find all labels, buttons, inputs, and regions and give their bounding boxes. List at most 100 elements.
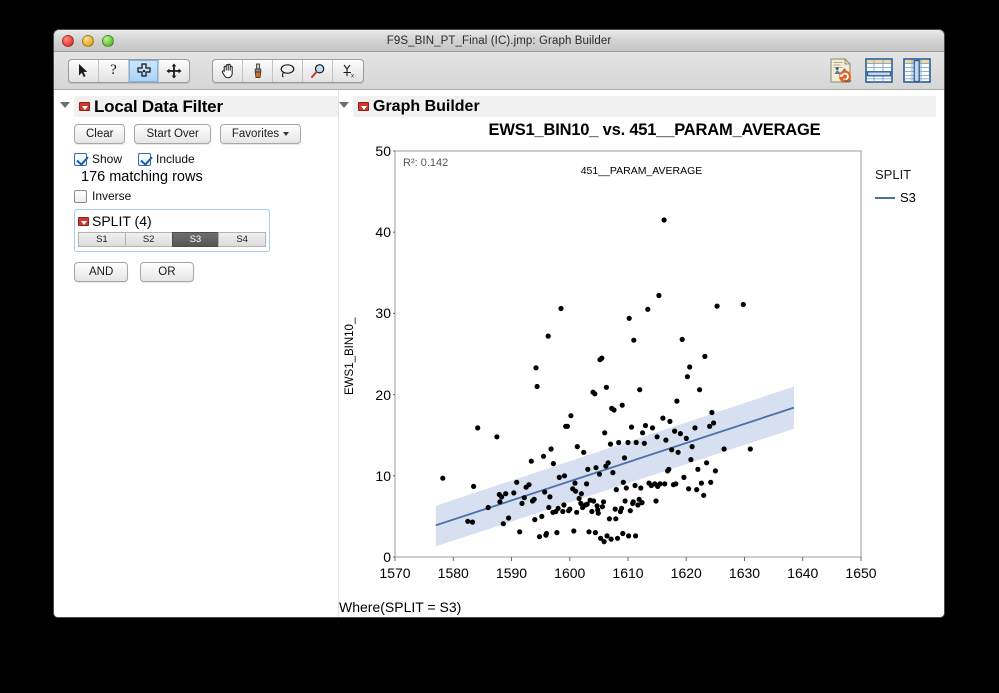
lasso-tool[interactable] — [273, 59, 303, 82]
x-tick-label: 1600 — [554, 565, 586, 581]
zoom-button[interactable] — [102, 35, 114, 47]
window-title-bar: F9S_BIN_PT_Final (IC).jmp: Graph Builder — [54, 30, 944, 52]
row-selection-button[interactable] — [864, 57, 894, 85]
filter-button-row: Clear Start Over Favorites — [74, 124, 338, 144]
clear-button-label: Clear — [86, 128, 114, 140]
svg-text:x: x — [351, 73, 354, 79]
svg-text:JMP: JMP — [842, 79, 851, 84]
arrow-icon — [79, 64, 88, 77]
local-data-filter-title-bar: Local Data Filter — [74, 96, 338, 117]
help-tool[interactable]: ? — [99, 59, 129, 82]
legend-title: SPLIT — [875, 167, 912, 182]
x-tick-label: 1590 — [495, 565, 528, 581]
chart-legend: SPLIT S3 — [875, 167, 916, 205]
or-button-label: OR — [158, 266, 176, 278]
grabber-tool[interactable] — [213, 59, 243, 82]
crosshairs-x-icon: x — [343, 64, 354, 79]
show-checkbox[interactable] — [74, 152, 87, 166]
crosshair-tool[interactable] — [129, 59, 159, 82]
pan-move-tool[interactable] — [159, 60, 189, 82]
column-selection-button[interactable] — [902, 57, 932, 85]
include-checkbox[interactable] — [138, 152, 152, 166]
y-tick-label: 10 — [375, 467, 391, 484]
split-value-s1[interactable]: S1 — [78, 232, 125, 247]
x-tick-label: 1640 — [787, 565, 819, 581]
start-over-button[interactable]: Start Over — [134, 124, 211, 144]
chart-title: EWS1_BIN10_ vs. 451__PARAM_AVERAGE — [488, 121, 821, 139]
table-rows-icon — [865, 58, 893, 83]
y-tick-label: 20 — [375, 386, 391, 403]
panel-disclosure-icon[interactable] — [60, 102, 70, 108]
y-tick-label: 50 — [375, 143, 391, 159]
brush-tool[interactable] — [243, 59, 273, 82]
x-axis-ticks: 1570 1580 1590 1600 1610 1620 1630 1640 1650 — [339, 563, 944, 587]
clear-button[interactable]: Clear — [74, 124, 126, 144]
chevron-down-icon — [283, 132, 290, 136]
local-data-filter-panel: Local Data Filter Clear Start Over Favor… — [54, 90, 338, 617]
split-value-s3[interactable]: S3 — [171, 232, 219, 247]
y-axis-ticks: 0 10 20 30 40 50 — [339, 143, 391, 565]
graph-panel-disclosure-icon[interactable] — [339, 102, 349, 108]
four-arrows-icon — [166, 63, 182, 78]
y-tick-label: 40 — [375, 224, 391, 241]
red-triangle-menu-icon[interactable] — [79, 102, 90, 111]
jmp-document-refresh-icon: JMP — [830, 58, 851, 84]
local-data-filter-title: Local Data Filter — [94, 96, 223, 116]
toolbar-right-icons: JMP — [826, 57, 932, 85]
favorites-button[interactable]: Favorites — [219, 124, 302, 144]
split-value-list: S1 S2 S3 S4 — [78, 232, 266, 247]
split-filter-header: SPLIT (4) — [78, 213, 266, 229]
jmp-window: F9S_BIN_PT_Final (IC).jmp: Graph Builder… — [53, 29, 945, 618]
arrow-select-tool[interactable] — [69, 59, 99, 82]
r-squared-annotation: R²: 0.142 — [403, 157, 449, 169]
split-filter-title: SPLIT (4) — [92, 213, 152, 229]
legend-item-label: S3 — [900, 190, 916, 205]
x-tick-label: 1570 — [379, 565, 411, 581]
x-tick-label: 1610 — [612, 565, 644, 581]
graph-builder-title-bar: Graph Builder — [353, 96, 936, 117]
scatter-plot-svg[interactable] — [393, 143, 913, 568]
graph-builder-header: Graph Builder — [339, 96, 944, 117]
window-controls — [62, 35, 114, 47]
minimize-button[interactable] — [82, 35, 94, 47]
brush-icon — [254, 63, 261, 78]
table-columns-icon — [903, 58, 931, 83]
or-button[interactable]: OR — [140, 262, 194, 282]
x-tick-label: 1650 — [845, 565, 877, 581]
rerun-script-button[interactable]: JMP — [826, 57, 856, 85]
legend-item-s3[interactable]: S3 — [875, 190, 916, 205]
graph-builder-panel: Graph Builder EWS1_BIN10_ vs. 451__PARAM… — [338, 90, 944, 617]
hand-icon — [221, 63, 233, 78]
show-label: Show — [92, 152, 123, 166]
graph-red-triangle-menu-icon[interactable] — [358, 102, 369, 111]
x-tick-label: 1580 — [437, 565, 469, 581]
question-mark-icon: ? — [110, 62, 117, 78]
split-red-triangle-menu-icon[interactable] — [78, 216, 89, 226]
start-over-button-label: Start Over — [146, 128, 199, 140]
annotate-tool[interactable]: x — [333, 60, 363, 82]
x-tick-label: 1630 — [728, 565, 761, 581]
toolbar-group-tools: x — [212, 58, 364, 83]
chart-plot-area: EWS1_BIN10_ 0 10 20 30 40 50 1570 1580 1590 1600… — [339, 143, 944, 615]
magnifier-tool[interactable] — [303, 59, 333, 82]
local-data-filter-header: Local Data Filter — [60, 96, 338, 117]
lasso-icon — [280, 64, 295, 78]
matching-rows-label: 176 matching rows — [81, 169, 203, 185]
close-button[interactable] — [62, 35, 74, 47]
legend-line-swatch — [875, 196, 895, 199]
toolbar-group-selection: ? — [68, 58, 190, 83]
window-title: F9S_BIN_PT_Final (IC).jmp: Graph Builder — [386, 34, 612, 47]
split-value-s4[interactable]: S4 — [218, 232, 266, 247]
favorites-button-label: Favorites — [231, 128, 280, 140]
graph-builder-title: Graph Builder — [373, 97, 480, 115]
inverse-checkbox[interactable] — [74, 189, 87, 203]
split-value-s2[interactable]: S2 — [124, 232, 172, 247]
and-button[interactable]: AND — [74, 262, 129, 282]
window-content: Local Data Filter Clear Start Over Favor… — [54, 90, 944, 617]
logic-button-row: AND OR — [74, 262, 338, 282]
x-tick-label: 1620 — [670, 565, 702, 581]
show-include-row: Show Include — [74, 152, 338, 166]
y-tick-label: 30 — [375, 305, 391, 322]
and-button-label: AND — [89, 266, 114, 278]
crosshair-icon — [136, 62, 151, 77]
